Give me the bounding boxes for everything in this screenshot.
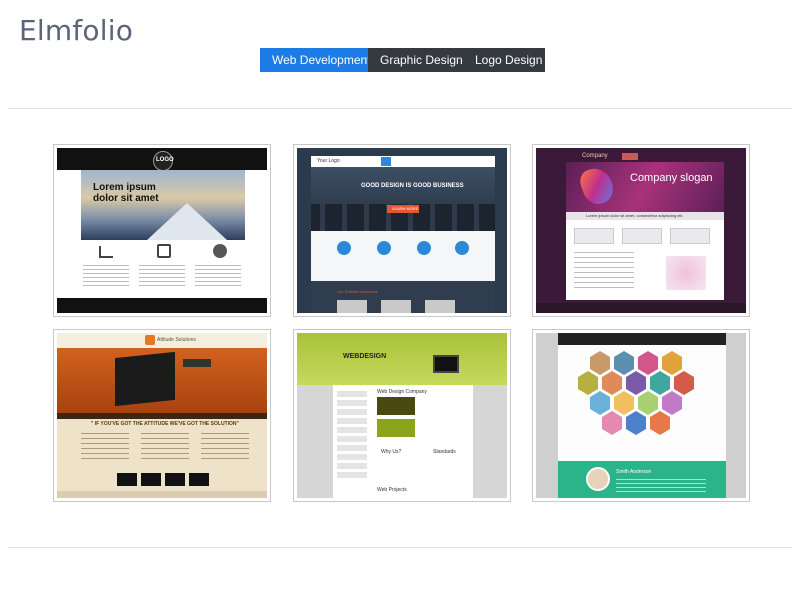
template-headline: Company slogan	[630, 172, 713, 184]
portfolio-item-2[interactable]: Your Logo GOOD DESIGN IS GOOD BUSINESS L…	[293, 144, 511, 317]
bottom-divider	[8, 547, 792, 548]
portfolio-thumbnail: Your Logo GOOD DESIGN IS GOOD BUSINESS L…	[297, 148, 507, 313]
top-divider	[8, 108, 792, 109]
portfolio-thumbnail: Attitude Solutions " IF YOU'VE GOT THE A…	[57, 333, 267, 498]
portfolio-thumbnail: Company Company slogan Lorem ipsum dolor…	[536, 148, 746, 313]
portfolio-thumbnail: Smith Anderson	[536, 333, 746, 498]
portfolio-item-3[interactable]: Company Company slogan Lorem ipsum dolor…	[532, 144, 750, 317]
template-tagline: Lorem ipsum dolor sit amet, consectetur …	[586, 213, 684, 218]
template-projects: Web Projects	[377, 487, 407, 493]
tab-graphic-design[interactable]: Graphic Design	[368, 48, 463, 72]
template-logo: Company	[582, 153, 608, 159]
category-tabs: Web Development Graphic Design Logo Desi…	[260, 48, 545, 72]
portfolio-thumbnail: WEBDESIGN Web Design Company Why Us? Sta…	[297, 333, 507, 498]
template-headline: GOOD DESIGN IS GOOD BUSINESS	[361, 183, 464, 189]
template-banner: " IF YOU'VE GOT THE ATTITUDE WE'VE GOT T…	[91, 421, 239, 427]
template-section: Our Portfolio Awesome	[337, 289, 378, 294]
template-logo: WEBDESIGN	[343, 353, 387, 360]
template-person: Smith Anderson	[616, 469, 652, 475]
portfolio-thumbnail: LOGO Lorem ipsum dolor sit amet	[57, 148, 267, 313]
portfolio-item-6[interactable]: Smith Anderson	[532, 329, 750, 502]
template-cta: LEARN MORE	[392, 206, 419, 211]
template-logo: Your Logo	[317, 158, 340, 164]
template-logo: LOGO	[156, 157, 174, 163]
portfolio-item-1[interactable]: LOGO Lorem ipsum dolor sit amet	[53, 144, 271, 317]
site-title: Elmfolio	[19, 14, 134, 47]
template-standards: Standards	[433, 449, 456, 455]
portfolio-item-4[interactable]: Attitude Solutions " IF YOU'VE GOT THE A…	[53, 329, 271, 502]
template-company: Web Design Company	[377, 389, 427, 395]
template-why: Why Us?	[381, 449, 402, 455]
hexagon-grid	[578, 351, 694, 435]
tab-logo-design[interactable]: Logo Design	[463, 48, 545, 72]
template-logo: Attitude Solutions	[157, 337, 196, 343]
tab-web-development[interactable]: Web Development	[260, 48, 371, 72]
portfolio-item-5[interactable]: WEBDESIGN Web Design Company Why Us? Sta…	[293, 329, 511, 502]
template-headline: Lorem ipsum dolor sit amet	[93, 182, 159, 204]
